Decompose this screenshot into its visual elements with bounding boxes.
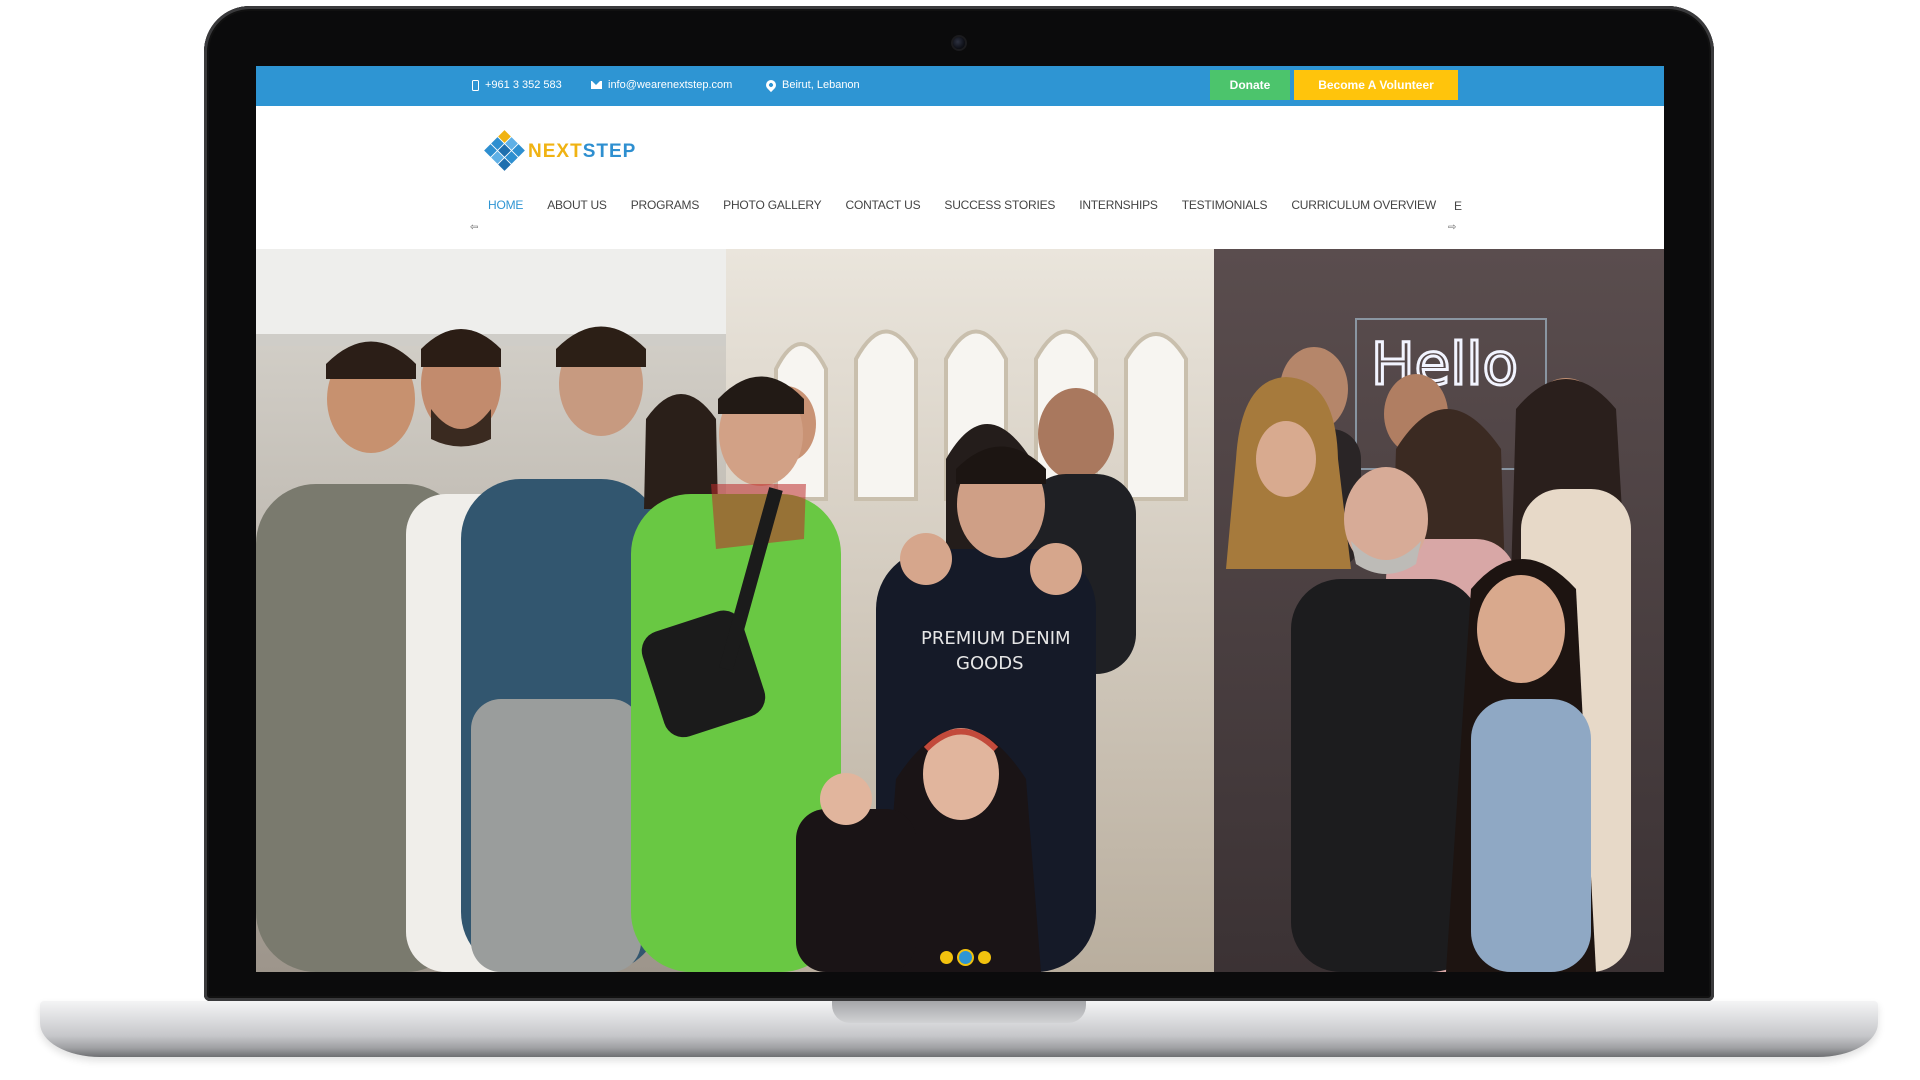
logo-wordmark: NEXTSTEP (528, 141, 636, 163)
hero-group-photo: Hello PREMIUM DENIM GOODS (256, 249, 1664, 972)
nav-scroll-right-icon[interactable]: ⇨ (1448, 222, 1456, 233)
logo-text-step: STEP (582, 141, 637, 162)
nav-item-photo-gallery[interactable]: PHOTO GALLERY (711, 198, 833, 212)
top-contact-bar: +961 3 352 583 info@wearenextstep.com Be… (256, 66, 1664, 106)
camera-icon (953, 37, 965, 49)
laptop-base-notch (832, 1001, 1086, 1023)
email-contact[interactable]: info@wearenextstep.com (591, 79, 732, 91)
nav-item-overflow[interactable]: E (1454, 199, 1462, 213)
nav-item-home[interactable]: HOME (476, 198, 535, 212)
nav-item-curriculum-overview[interactable]: CURRICULUM OVERVIEW (1279, 198, 1448, 212)
location-pin-icon (763, 77, 779, 93)
logo-diamond-icon (484, 130, 525, 172)
hero-slider: Hello PREMIUM DENIM GOODS (256, 249, 1664, 972)
nav-item-success-stories[interactable]: SUCCESS STORIES (932, 198, 1067, 212)
slider-dot-2[interactable] (959, 951, 972, 964)
phone-icon (472, 79, 479, 91)
become-volunteer-button[interactable]: Become A Volunteer (1294, 70, 1458, 100)
slider-dots (940, 951, 991, 964)
slider-dot-3[interactable] (978, 951, 991, 964)
site-header: NEXTSTEP HOME ABOUT US PROGRAMS PHOTO GA… (256, 106, 1664, 249)
email-text: info@wearenextstep.com (608, 79, 733, 91)
nav-item-testimonials[interactable]: TESTIMONIALS (1170, 198, 1280, 212)
phone-contact[interactable]: +961 3 352 583 (472, 79, 562, 91)
nav-item-internships[interactable]: INTERNSHIPS (1067, 198, 1169, 212)
phone-text: +961 3 352 583 (485, 79, 562, 91)
logo-text-next: NEXT (528, 141, 583, 162)
main-navigation: HOME ABOUT US PROGRAMS PHOTO GALLERY CON… (476, 198, 1448, 212)
svg-text:PREMIUM DENIM: PREMIUM DENIM (921, 628, 1071, 649)
location-contact: Beirut, Lebanon (763, 77, 860, 93)
nav-item-contact-us[interactable]: CONTACT US (833, 198, 932, 212)
svg-text:GOODS: GOODS (956, 653, 1024, 674)
slider-dot-1[interactable] (940, 951, 953, 964)
nav-scroll-left-icon[interactable]: ⇦ (470, 222, 478, 233)
donate-button[interactable]: Donate (1210, 70, 1290, 100)
mail-icon (591, 81, 602, 89)
nextstep-logo[interactable]: NEXTSTEP (484, 130, 636, 172)
location-text: Beirut, Lebanon (782, 79, 860, 91)
nav-item-about-us[interactable]: ABOUT US (535, 198, 619, 212)
website-screen: +961 3 352 583 info@wearenextstep.com Be… (256, 66, 1664, 972)
nav-item-programs[interactable]: PROGRAMS (619, 198, 711, 212)
